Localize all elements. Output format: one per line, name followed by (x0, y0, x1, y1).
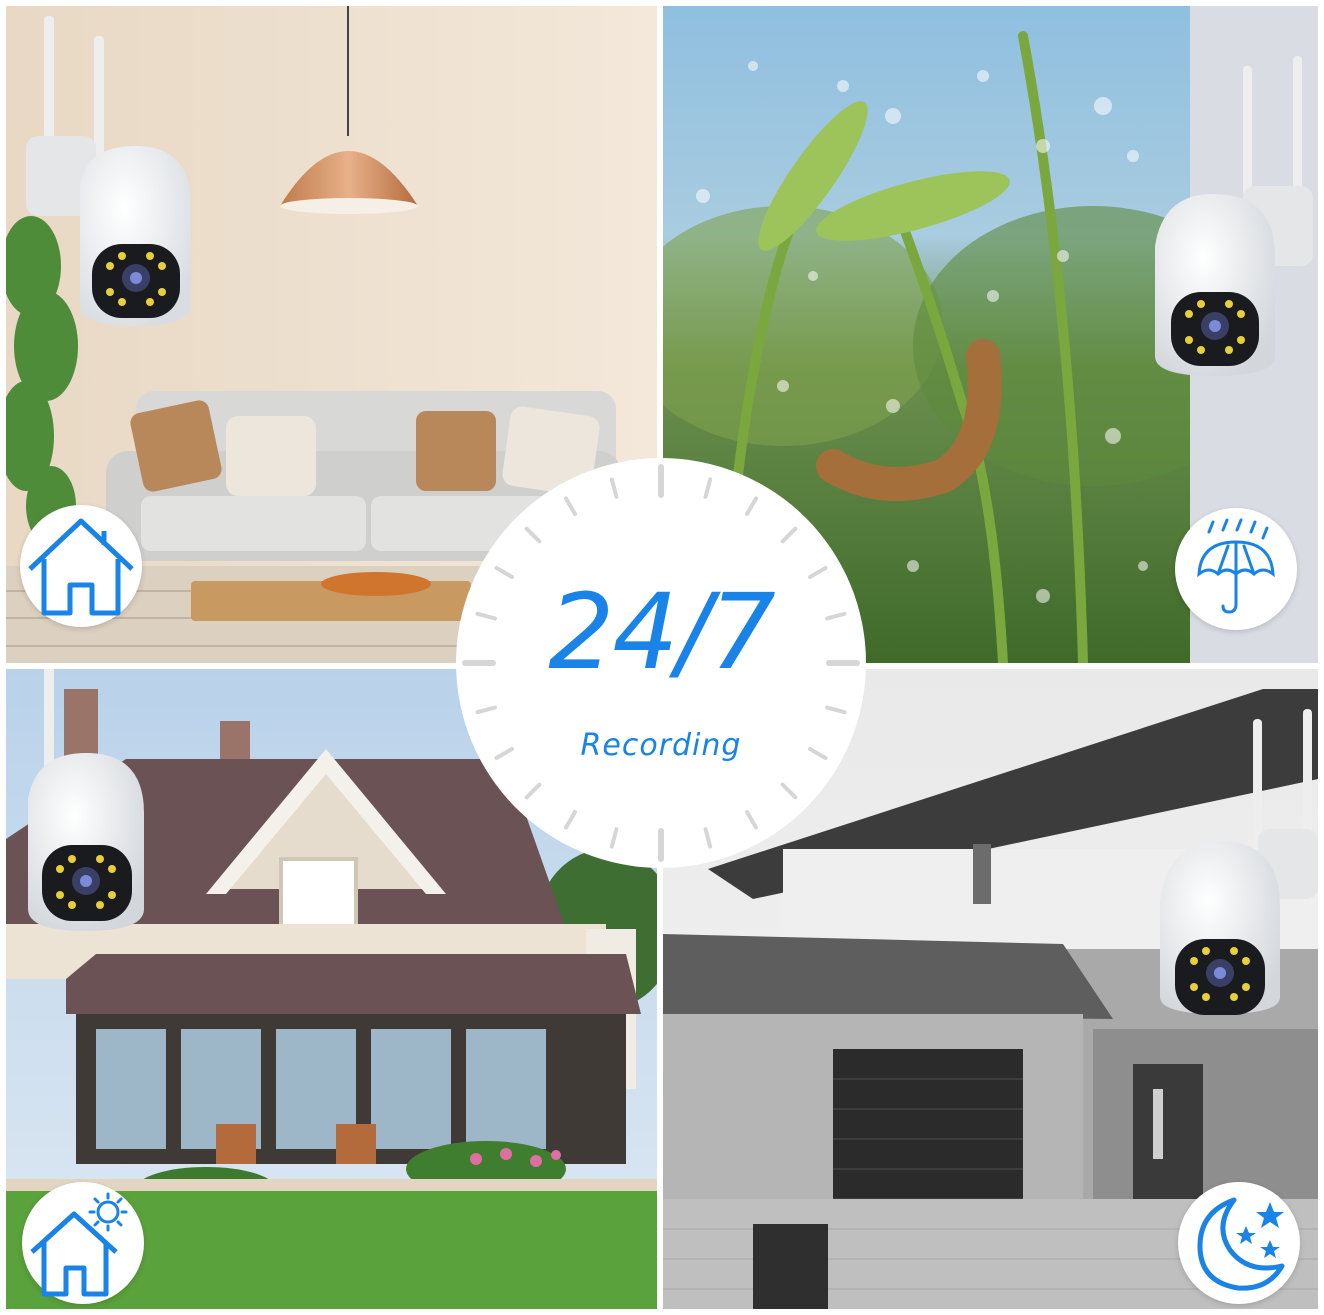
clock-tick (564, 809, 577, 830)
badge-waterproof (1175, 508, 1297, 630)
clock-tick (703, 827, 713, 849)
clock-tick (825, 705, 847, 715)
clock-tick (475, 705, 497, 715)
moon-stars-icon (1197, 1197, 1285, 1291)
clock-tick (524, 526, 542, 544)
badge-daytime (22, 1182, 144, 1304)
headline-24-7: 24/7 (548, 571, 776, 693)
headline-recording: Recording (580, 728, 742, 763)
clock-tick (494, 566, 515, 579)
home-icon (28, 518, 134, 616)
recording-dial: 24/7 Recording (456, 458, 866, 868)
clock-tick (524, 782, 542, 800)
home-sun-icon (30, 1192, 128, 1297)
clock-tick (703, 477, 713, 499)
clock-tick (564, 496, 577, 517)
umbrella-rain-icon (1197, 518, 1275, 614)
badge-night-vision (1178, 1182, 1300, 1304)
clock-tick (780, 782, 798, 800)
badge-indoor (20, 505, 142, 627)
clock-tick (745, 496, 758, 517)
clock-tick (609, 477, 619, 499)
clock-tick (745, 809, 758, 830)
clock-tick (780, 526, 798, 544)
clock-tick (807, 566, 828, 579)
clock-tick (609, 827, 619, 849)
